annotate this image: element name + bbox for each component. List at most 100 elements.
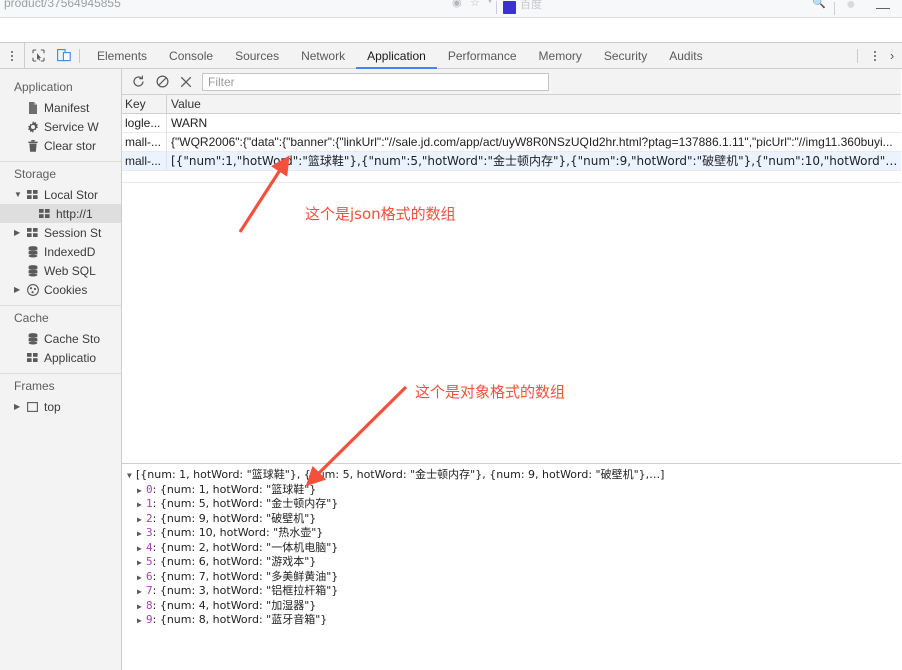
sidebar-item-cache-storage[interactable]: Cache Sto [0, 329, 121, 348]
twisty-collapsed-icon[interactable]: ▶ [14, 402, 23, 411]
devtools-tabbar: Elements Console Sources Network Applica… [0, 42, 902, 69]
browser-chrome-strip: product/37564945855 ◉ ☆ ▼ 百度 🔍 ● [0, 0, 902, 18]
tab-console[interactable]: Console [158, 43, 224, 69]
toolbar-separator-right [857, 48, 858, 63]
sidebar-group-frames-title: Frames [14, 379, 55, 393]
preview-child-index: 4 [146, 540, 153, 554]
sidebar-item-service-workers[interactable]: Service W [0, 117, 121, 136]
cell-value: WARN [171, 116, 208, 130]
preview-child-line[interactable]: ▶ 3: {num: 10, hotWord: "热水壶"} [122, 526, 901, 541]
extension-label: 百度 [520, 0, 542, 11]
twisty-collapsed-icon[interactable]: ▶ [14, 285, 23, 294]
preview-child-text: : {num: 2, hotWord: "一体机电脑"} [152, 540, 339, 554]
twisty-collapsed-icon[interactable]: ▶ [137, 571, 146, 586]
preview-child-line[interactable]: ▶ 7: {num: 3, hotWord: "铝框拉杆箱"} [122, 584, 901, 599]
sidebar-item-label: Cookies [44, 282, 88, 297]
preview-child-line[interactable]: ▶ 0: {num: 1, hotWord: "篮球鞋"} [122, 483, 901, 498]
sidebar-item-indexeddb[interactable]: IndexedD [0, 242, 121, 261]
tab-audits[interactable]: Audits [658, 43, 713, 69]
cell-key: logle... [122, 114, 167, 132]
document-icon [26, 101, 39, 114]
window-minimize-button[interactable] [876, 8, 890, 9]
inspect-element-icon[interactable] [25, 43, 51, 69]
tab-security[interactable]: Security [593, 43, 658, 69]
sidebar-item-manifest[interactable]: Manifest [0, 98, 121, 117]
sidebar-item-label: Cache Sto [44, 331, 101, 346]
extension-icon[interactable] [503, 1, 516, 14]
sidebar-item-label: Session St [44, 225, 102, 240]
sidebar-item-local-storage-origin[interactable]: http://1 [0, 204, 121, 223]
tab-network[interactable]: Network [290, 43, 356, 69]
sidebar-item-top-frame[interactable]: ▶ top [0, 397, 121, 416]
column-header-key[interactable]: Key [122, 95, 167, 113]
trash-icon [26, 139, 39, 152]
chevron-down-icon[interactable]: ▼ [486, 0, 494, 5]
twisty-collapsed-icon[interactable]: ▶ [14, 228, 23, 237]
twisty-collapsed-icon[interactable]: ▶ [137, 498, 146, 513]
twisty-collapsed-icon[interactable]: ▶ [137, 556, 146, 571]
clear-all-icon[interactable] [150, 70, 174, 94]
search-icon[interactable]: 🔍 [812, 0, 826, 9]
twisty-collapsed-icon[interactable]: ▶ [137, 600, 146, 615]
device-toolbar-icon[interactable] [51, 43, 77, 69]
table-row[interactable]: mall-... [{"num":1,"hotWord":"篮球鞋"},{"nu… [122, 152, 901, 171]
more-vertical-icon[interactable] [864, 50, 886, 61]
page-content-gap [0, 18, 902, 42]
preview-child-index: 7 [146, 584, 153, 597]
preview-child-line[interactable]: ▶ 2: {num: 9, hotWord: "破壁机"} [122, 512, 901, 527]
table-row[interactable]: mall-... {"WQR2006":{"data":{"banner":{"… [122, 133, 901, 152]
delete-selected-icon[interactable] [174, 70, 198, 94]
table-row[interactable]: logle... WARN [122, 114, 901, 133]
tab-memory[interactable]: Memory [528, 43, 593, 69]
column-header-value[interactable]: Value [167, 95, 901, 113]
sidebar-item-web-sql[interactable]: Web SQL [0, 261, 121, 280]
frame-icon [26, 400, 39, 413]
tab-elements[interactable]: Elements [86, 43, 158, 69]
database-icon [26, 245, 39, 258]
tab-application[interactable]: Application [356, 43, 437, 69]
preview-child-text: : {num: 10, hotWord: "热水壶"} [152, 526, 324, 539]
twisty-expanded-icon[interactable]: ▼ [127, 469, 136, 484]
table-empty-row[interactable] [122, 171, 901, 183]
devtools-main-menu-icon[interactable] [0, 42, 25, 69]
table-grid-icon [38, 207, 51, 220]
preview-child-index: 8 [146, 598, 153, 612]
tab-performance[interactable]: Performance [437, 43, 528, 69]
address-bar-url[interactable]: product/37564945855 [4, 0, 121, 10]
preview-child-text: : {num: 7, hotWord: "多美鲜黄油"} [152, 569, 339, 583]
cookie-icon [26, 283, 39, 296]
twisty-collapsed-icon[interactable]: ▶ [137, 542, 146, 557]
preview-child-line[interactable]: ▶ 9: {num: 8, hotWord: "蓝牙音箱"} [122, 613, 901, 628]
sidebar-item-local-storage[interactable]: ▼ Local Stor [0, 185, 121, 204]
sidebar-item-clear-storage[interactable]: Clear stor [0, 136, 121, 155]
preview-child-line[interactable]: ▶ 6: {num: 7, hotWord: "多美鲜黄油"} [122, 570, 901, 585]
sidebar-item-cookies[interactable]: ▶ Cookies [0, 280, 121, 299]
sidebar-item-application-cache[interactable]: Applicatio [0, 348, 121, 367]
sidebar-item-label: Manifest [44, 100, 90, 115]
preview-root-text: [{num: 1, hotWord: "篮球鞋"}, {num: 5, hotW… [136, 468, 665, 481]
twisty-collapsed-icon[interactable]: ▶ [137, 513, 146, 528]
filter-input[interactable]: Filter [202, 72, 549, 91]
star-icon[interactable]: ☆ [470, 0, 480, 9]
twisty-collapsed-icon[interactable]: ▶ [137, 585, 146, 600]
twisty-collapsed-icon[interactable]: ▶ [137, 484, 146, 499]
sidebar-item-session-storage[interactable]: ▶ Session St [0, 223, 121, 242]
value-preview-pane: ▼ [{num: 1, hotWord: "篮球鞋"}, {num: 5, hot… [122, 463, 901, 670]
refresh-icon[interactable] [126, 70, 150, 94]
preview-child-line[interactable]: ▶ 4: {num: 2, hotWord: "一体机电脑"} [122, 541, 901, 556]
tab-sources[interactable]: Sources [224, 43, 290, 69]
preview-child-index: 0 [146, 482, 153, 496]
chevron-right-icon[interactable]: › [886, 48, 902, 63]
profile-avatar-icon[interactable]: ● [846, 0, 856, 14]
preview-child-index: 6 [146, 569, 153, 583]
pin-icon[interactable]: ◉ [452, 0, 462, 9]
preview-child-line[interactable]: ▶ 5: {num: 6, hotWord: "游戏本"} [122, 555, 901, 570]
preview-child-line[interactable]: ▶ 1: {num: 5, hotWord: "金士顿内存"} [122, 497, 901, 512]
twisty-collapsed-icon[interactable]: ▶ [137, 614, 146, 629]
twisty-expanded-icon[interactable]: ▼ [14, 190, 23, 199]
cell-key: mall-... [122, 152, 167, 170]
gear-icon [26, 120, 39, 133]
preview-child-line[interactable]: ▶ 8: {num: 4, hotWord: "加湿器"} [122, 599, 901, 614]
preview-root-line[interactable]: ▼ [{num: 1, hotWord: "篮球鞋"}, {num: 5, hot… [122, 468, 901, 483]
twisty-collapsed-icon[interactable]: ▶ [137, 527, 146, 542]
